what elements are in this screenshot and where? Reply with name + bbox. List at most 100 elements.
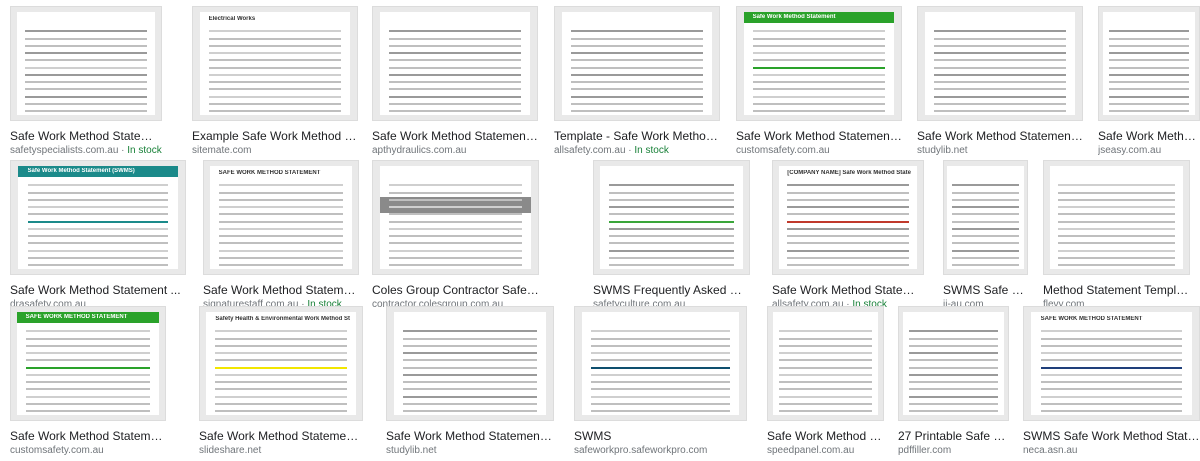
document-line xyxy=(27,256,169,259)
result-source[interactable]: allsafety.com.au · In stock xyxy=(554,145,720,156)
document-line xyxy=(27,198,169,201)
result-title[interactable]: Safe Work Method Statement Template ... xyxy=(203,283,359,297)
document-line xyxy=(1040,373,1183,376)
result-thumbnail[interactable] xyxy=(372,6,538,121)
document-title: SAFE WORK METHOD STATEMENT xyxy=(25,313,128,320)
result-source[interactable]: pdffiller.com xyxy=(898,445,1009,456)
result-thumbnail[interactable] xyxy=(593,160,750,275)
result-source[interactable]: slideshare.net xyxy=(199,445,363,456)
image-result[interactable]: Method Statement Template (Word ...flevy… xyxy=(1043,160,1190,315)
result-source[interactable]: neca.asn.au xyxy=(1023,445,1200,456)
result-title[interactable]: Safe Work Method Statement Template xyxy=(736,129,902,143)
result-title[interactable]: Safe Work Method Statement Template xyxy=(199,429,363,443)
image-result[interactable]: SWMS safeworkpro.safeworkpro.com xyxy=(574,306,747,461)
image-result[interactable]: Electrical Works Example Safe Work Method… xyxy=(192,6,358,161)
image-result[interactable]: Safe Work Method Statement Safe Work Meth… xyxy=(736,6,902,161)
result-title[interactable]: Safe Work Method Statement ... xyxy=(10,283,186,297)
result-thumbnail[interactable]: Safe Work Method Statement (SWMS) xyxy=(10,160,186,275)
document-line xyxy=(787,198,909,201)
image-result[interactable]: SWMS Frequently Asked Questionssafetycul… xyxy=(593,160,750,315)
result-source[interactable]: speedpanel.com.au xyxy=(767,445,884,456)
result-thumbnail[interactable] xyxy=(574,306,747,421)
document-line xyxy=(570,95,704,98)
result-thumbnail[interactable]: Safety Health & Environmental Work Metho… xyxy=(199,306,363,421)
source-domain: pdffiller.com xyxy=(898,445,952,456)
document-line xyxy=(778,410,873,413)
document-preview: SAFE WORK METHOD STATEMENT xyxy=(1031,311,1192,416)
result-title[interactable]: Coles Group Contractor Safety - Work ... xyxy=(372,283,539,297)
result-title[interactable]: Safe Work Method Statements (SMWS) and .… xyxy=(372,129,538,143)
result-source[interactable]: sitemate.com xyxy=(192,145,358,156)
document-line xyxy=(215,373,347,376)
image-result[interactable]: Safe Work Method Statements (SMWS) and .… xyxy=(372,6,538,161)
document-line xyxy=(933,81,1067,84)
result-thumbnail[interactable]: SAFE WORK METHOD STATEMENT xyxy=(1023,306,1200,421)
image-result[interactable]: Safe Work Method Statement Template study… xyxy=(917,6,1083,161)
image-result[interactable]: SAFE WORK METHOD STATEMENT Safe Work Meth… xyxy=(203,160,359,315)
image-result[interactable]: SAFE WORK METHOD STATEMENT Safe Work Meth… xyxy=(10,306,166,461)
result-title[interactable]: Safe Work Method Statement Template (doc… xyxy=(386,429,554,443)
document-line xyxy=(208,30,342,33)
result-thumbnail[interactable] xyxy=(943,160,1028,275)
result-title[interactable]: Safe Work Method Statement (... xyxy=(767,429,884,443)
result-title[interactable]: SWMS Safe Work Meth... xyxy=(943,283,1028,297)
image-result[interactable]: Coles Group Contractor Safety - Work ...… xyxy=(372,160,539,315)
document-line xyxy=(1040,344,1183,347)
result-thumbnail[interactable] xyxy=(10,6,162,121)
result-thumbnail[interactable] xyxy=(386,306,554,421)
image-result[interactable]: SAFE WORK METHOD STATEMENT SWMS Safe Work… xyxy=(1023,306,1200,461)
result-source[interactable]: apthydraulics.com.au xyxy=(372,145,538,156)
result-source[interactable]: customsafety.com.au xyxy=(736,145,902,156)
result-source[interactable]: studylib.net xyxy=(917,145,1083,156)
result-source[interactable]: safeworkpro.safeworkpro.com xyxy=(574,445,747,456)
document-line xyxy=(752,110,886,113)
document-line xyxy=(909,402,998,405)
result-title[interactable]: SWMS Safe Work Method Statement | NECA xyxy=(1023,429,1200,443)
document-line xyxy=(933,30,1067,33)
image-result[interactable]: SWMS Safe Work Meth...ii-au.com xyxy=(943,160,1028,315)
result-source[interactable]: customsafety.com.au xyxy=(10,445,166,456)
result-title[interactable]: Example Safe Work Method Statement: Use … xyxy=(192,129,358,143)
result-thumbnail[interactable] xyxy=(554,6,720,121)
result-thumbnail[interactable]: SAFE WORK METHOD STATEMENT xyxy=(203,160,359,275)
result-title[interactable]: Safe Work Method Statement - Floor ... xyxy=(772,283,924,297)
image-result[interactable]: [COMPANY NAME] Safe Work Method Statemen… xyxy=(772,160,924,315)
result-thumbnail[interactable] xyxy=(1098,6,1200,121)
image-result[interactable]: Safe Work Method Statement Template (doc… xyxy=(386,306,554,461)
result-thumbnail[interactable] xyxy=(1043,160,1190,275)
result-thumbnail[interactable] xyxy=(917,6,1083,121)
document-line xyxy=(591,352,730,355)
document-line xyxy=(570,81,704,84)
image-result[interactable]: Safe Work Method Statement (... speedpane… xyxy=(767,306,884,461)
image-result[interactable]: Safe Work Method Statement (SWMS) Safe Wo… xyxy=(10,160,186,315)
document-line xyxy=(1040,395,1183,398)
image-result[interactable]: 27 Printable Safe Work Metho... pdffiller… xyxy=(898,306,1009,461)
image-result[interactable]: Safety Health & Environmental Work Metho… xyxy=(199,306,363,461)
document-line xyxy=(787,235,909,238)
image-result[interactable]: Template - Safe Work Method Statement ..… xyxy=(554,6,720,161)
result-thumbnail[interactable]: SAFE WORK METHOD STATEMENT xyxy=(10,306,166,421)
result-source[interactable]: studylib.net xyxy=(386,445,554,456)
document-line xyxy=(1040,352,1183,355)
result-thumbnail[interactable]: Electrical Works xyxy=(192,6,358,121)
result-title[interactable]: Safe Work Method Statement Template xyxy=(10,429,166,443)
result-thumbnail[interactable] xyxy=(372,160,539,275)
result-title[interactable]: Safe Work Method Stat... xyxy=(1098,129,1200,143)
result-title[interactable]: 27 Printable Safe Work Metho... xyxy=(898,429,1009,443)
result-thumbnail[interactable]: Safe Work Method Statement xyxy=(736,6,902,121)
result-title[interactable]: Method Statement Template (Word ... xyxy=(1043,283,1190,297)
result-thumbnail[interactable]: [COMPANY NAME] Safe Work Method Statemen… xyxy=(772,160,924,275)
result-title[interactable]: Safe Work Method Statement Template ... xyxy=(10,129,162,143)
document-line xyxy=(218,184,344,187)
result-title[interactable]: SWMS xyxy=(574,429,747,443)
result-title[interactable]: Template - Safe Work Method Statement ..… xyxy=(554,129,720,143)
image-result[interactable]: Safe Work Method Statement Template ... s… xyxy=(10,6,162,161)
image-result[interactable]: Safe Work Method Stat... jseasy.com.au xyxy=(1098,6,1200,161)
result-source[interactable]: jseasy.com.au xyxy=(1098,145,1200,156)
document-line xyxy=(1108,73,1190,76)
result-source[interactable]: safetyspecialists.com.au · In stock xyxy=(10,145,162,156)
result-thumbnail[interactable] xyxy=(898,306,1009,421)
result-thumbnail[interactable] xyxy=(767,306,884,421)
result-title[interactable]: Safe Work Method Statement Template xyxy=(917,129,1083,143)
result-title[interactable]: SWMS Frequently Asked Questions xyxy=(593,283,750,297)
